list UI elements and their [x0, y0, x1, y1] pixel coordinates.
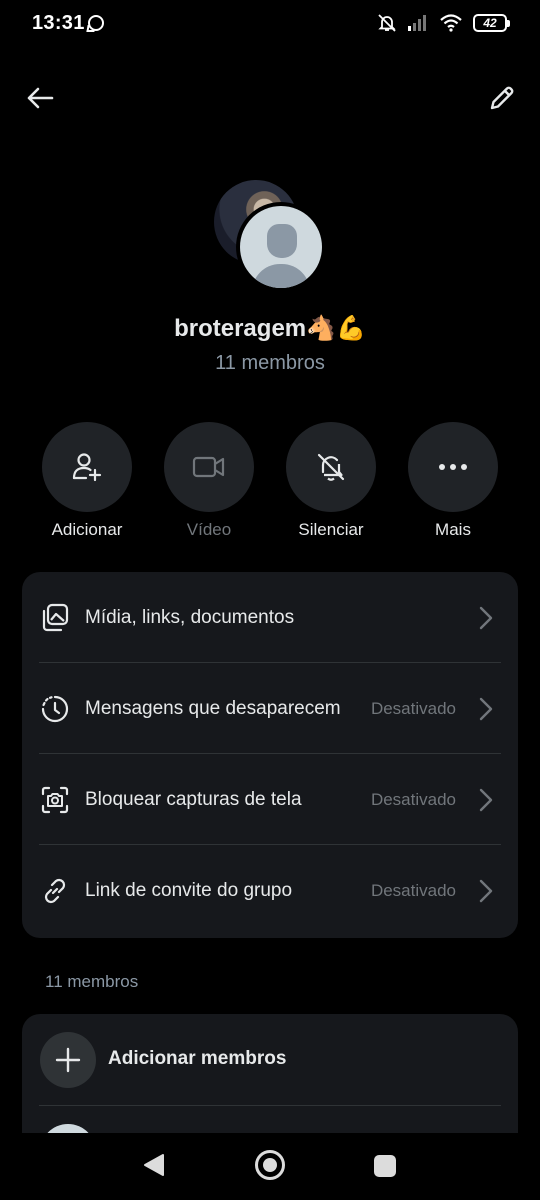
add-members-label[interactable]: Adicionar membros	[108, 1048, 286, 1070]
media-stack-icon	[39, 602, 71, 634]
plus-icon	[55, 1047, 81, 1073]
block-screenshots-row[interactable]: Bloquear capturas de tela Desativado	[22, 754, 518, 845]
mute-label: Silenciar	[298, 520, 364, 539]
status-icons: 42	[377, 12, 510, 34]
members-section-header: 11 membros	[45, 972, 139, 991]
add-label: Adicionar	[51, 520, 123, 539]
timer-icon	[39, 693, 71, 725]
row-value: Desativado	[370, 698, 456, 718]
chevron-right-icon	[476, 604, 496, 632]
more-button[interactable]: Mais	[393, 422, 513, 540]
row-label: Bloquear capturas de tela	[85, 788, 302, 810]
divider	[39, 1105, 501, 1106]
edit-button[interactable]	[484, 80, 520, 116]
video-button[interactable]: Vídeo	[149, 422, 269, 540]
video-label: Vídeo	[186, 520, 232, 539]
video-camera-icon	[192, 456, 225, 478]
row-label: Link de convite do grupo	[85, 879, 293, 901]
chat-bubble-icon	[88, 15, 104, 31]
back-button[interactable]	[22, 80, 58, 116]
group-avatar[interactable]	[214, 180, 326, 292]
pencil-icon	[490, 86, 514, 110]
nav-back-icon[interactable]	[143, 1153, 165, 1177]
disappearing-messages-row[interactable]: Mensagens que desaparecem Desativado	[22, 663, 518, 754]
row-value: Desativado	[370, 880, 456, 900]
chevron-right-icon	[476, 695, 496, 723]
wifi-icon	[440, 14, 462, 32]
nav-recent-apps-icon[interactable]	[374, 1155, 396, 1177]
link-icon	[39, 875, 71, 907]
screenshot-icon	[39, 784, 71, 816]
battery-level: 42	[473, 14, 507, 32]
media-links-docs-row[interactable]: Mídia, links, documentos	[22, 572, 518, 663]
invite-link-row[interactable]: Link de convite do grupo Desativado	[22, 845, 518, 936]
member-count: 11 membros	[215, 352, 325, 374]
bell-off-icon	[317, 453, 345, 481]
top-nav	[0, 70, 540, 126]
more-label: Mais	[435, 520, 471, 539]
add-user-icon	[72, 453, 102, 482]
row-label: Mídia, links, documentos	[85, 606, 295, 628]
row-value: Desativado	[370, 789, 456, 809]
group-name: broteragem🐴💪	[174, 315, 366, 342]
status-time: 13:31	[32, 12, 85, 34]
status-bar: 13:31 42	[0, 0, 540, 48]
more-dots-icon	[439, 464, 467, 470]
add-button[interactable]: Adicionar	[27, 422, 147, 540]
row-label: Mensagens que desaparecem	[85, 697, 341, 719]
settings-card: Mídia, links, documentos Mensagens que d…	[22, 572, 518, 938]
default-avatar	[236, 202, 326, 292]
chevron-right-icon	[476, 877, 496, 905]
bell-off-icon	[378, 14, 396, 32]
mute-button[interactable]: Silenciar	[271, 422, 391, 540]
battery-icon: 42	[473, 14, 510, 32]
action-buttons: Adicionar Vídeo Silenciar Mais	[0, 422, 540, 542]
signal-icon	[408, 15, 426, 31]
nav-home-icon[interactable]	[255, 1150, 285, 1180]
system-nav-bar	[0, 1133, 540, 1200]
arrow-left-icon	[27, 87, 54, 109]
add-members-button[interactable]	[40, 1032, 96, 1088]
chevron-right-icon	[476, 786, 496, 814]
